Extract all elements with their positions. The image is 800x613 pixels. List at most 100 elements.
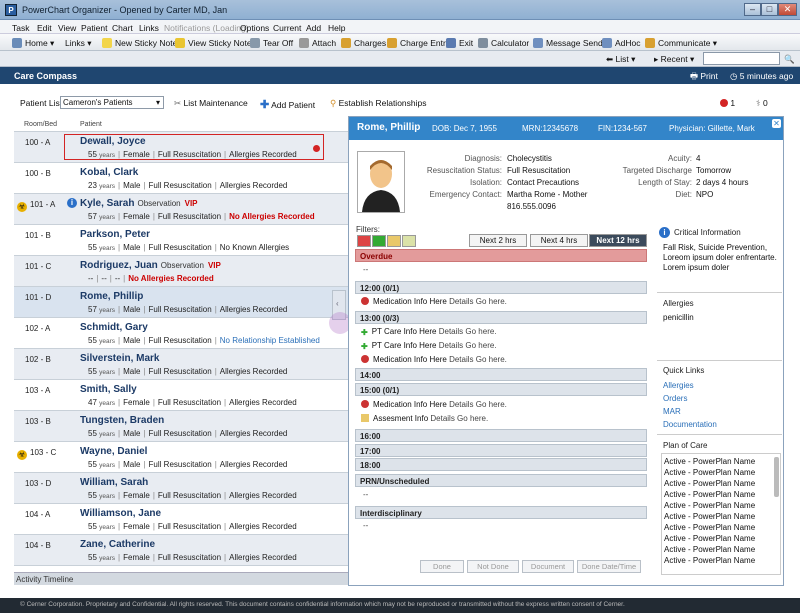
next-12-hrs-button[interactable]: Next 12 hrs	[589, 234, 647, 247]
patient-name[interactable]: Kobal, Clark	[80, 167, 138, 178]
schedule-item[interactable]: Medication Info Here Details Go here.	[361, 297, 507, 306]
patient-name[interactable]: Rodriguez, Juan Observation VIP	[80, 260, 221, 271]
prn-header[interactable]: PRN/Unscheduled	[355, 474, 647, 487]
room-column-header[interactable]: Room/Bed	[24, 121, 57, 128]
home-button[interactable]: Home ▾	[12, 38, 54, 49]
charges-button[interactable]: Charges	[341, 38, 386, 48]
time-1500-header[interactable]: 15:00 (0/1)	[355, 383, 647, 396]
menu-notifications[interactable]: Notifications (Loading)	[164, 23, 249, 33]
time-1400-header[interactable]: 14:00	[355, 368, 647, 381]
table-row[interactable]: ☣ 103 - C Wayne, Daniel 55 years | Male | Fu…	[14, 442, 348, 473]
table-row[interactable]: 102 - A Schmidt, Gary 55 years | Male | Full…	[14, 318, 348, 349]
print-button[interactable]: 🖶 Print	[690, 71, 718, 85]
calculator-button[interactable]: Calculator	[478, 38, 529, 48]
tear-off-button[interactable]: Tear Off	[250, 38, 293, 48]
task-count[interactable]: ⚕ 0	[756, 98, 768, 109]
menu-chart[interactable]: Chart	[112, 23, 133, 33]
list-item[interactable]: Active - PowerPlan Name	[664, 545, 755, 554]
links-button[interactable]: Links ▾	[65, 38, 91, 49]
table-row[interactable]: 100 - A Dewall, Joyce 55 years | Female | Fu…	[14, 132, 348, 163]
patient-column-header[interactable]: Patient	[80, 121, 102, 128]
list-item[interactable]: Active - PowerPlan Name	[664, 512, 755, 521]
charge-entry-button[interactable]: Charge Entry	[387, 38, 450, 48]
table-row[interactable]: 104 - A Williamson, Jane 55 years | Female…	[14, 504, 348, 535]
maximize-button[interactable]: □	[761, 3, 778, 16]
patient-name[interactable]: Dewall, Joyce	[80, 136, 146, 147]
overdue-header[interactable]: Overdue	[355, 249, 647, 262]
not-done-button[interactable]: Not Done	[467, 560, 519, 573]
note-filter-icon[interactable]	[402, 235, 416, 247]
attach-button[interactable]: Attach	[299, 38, 336, 48]
time-1300-header[interactable]: 13:00 (0/3)	[355, 311, 647, 324]
medication-filter-icon[interactable]	[357, 235, 371, 247]
done-button[interactable]: Done	[420, 560, 464, 573]
info-icon[interactable]: i	[67, 198, 77, 208]
time-1700-header[interactable]: 17:00	[355, 444, 647, 457]
message-sender-button[interactable]: Message Sender	[533, 38, 610, 48]
no-relationship-link[interactable]: No Relationship Established	[220, 336, 320, 345]
patient-name[interactable]: Zane, Catherine	[80, 539, 155, 550]
table-row[interactable]: 101 - B Parkson, Peter 55 years | Male | Ful…	[14, 225, 348, 256]
communicate-button[interactable]: Communicate ▾	[645, 38, 717, 49]
new-sticky-note-button[interactable]: New Sticky Note	[102, 38, 177, 48]
table-row[interactable]: 101 - C Rodriguez, Juan Observation VIP --…	[14, 256, 348, 287]
list-item[interactable]: Active - PowerPlan Name	[664, 468, 755, 477]
list-item[interactable]: Active - PowerPlan Name	[664, 556, 755, 565]
schedule-item[interactable]: Assesment Info Details Go here.	[361, 414, 488, 423]
patient-name[interactable]: Williamson, Jane	[80, 508, 161, 519]
table-row[interactable]: 102 - B Silverstein, Mark 55 years | Male |…	[14, 349, 348, 380]
list-item[interactable]: Active - PowerPlan Name	[664, 490, 755, 499]
table-row[interactable]: 103 - B Tungsten, Braden 55 years | Male | F…	[14, 411, 348, 442]
time-1600-header[interactable]: 16:00	[355, 429, 647, 442]
table-row[interactable]: ☣ 101 - A i Kyle, Sarah Observation VIP 57…	[14, 194, 348, 225]
time-1800-header[interactable]: 18:00	[355, 458, 647, 471]
list-item[interactable]: Active - PowerPlan Name	[664, 501, 755, 510]
menu-task[interactable]: Task	[12, 23, 29, 33]
close-window-button[interactable]: ✕	[778, 3, 797, 16]
scrollbar[interactable]	[774, 457, 779, 497]
next-2-hrs-button[interactable]: Next 2 hrs	[469, 234, 527, 247]
table-row[interactable]: 103 - A Smith, Sally 47 years | Female | Ful…	[14, 380, 348, 411]
menu-options[interactable]: Options	[240, 23, 269, 33]
adhoc-button[interactable]: AdHoc	[602, 38, 641, 48]
menu-patient[interactable]: Patient	[81, 23, 107, 33]
exit-button[interactable]: Exit	[446, 38, 473, 48]
list-maintenance-button[interactable]: ✂ List Maintenance	[174, 98, 248, 109]
search-icon[interactable]: 🔍	[784, 54, 795, 65]
schedule-item[interactable]: Medication Info Here Details Go here.	[361, 400, 507, 409]
menu-current[interactable]: Current	[273, 23, 301, 33]
done-date-time-button[interactable]: Done Date/Time	[577, 560, 641, 573]
view-sticky-notes-button[interactable]: View Sticky Notes	[175, 38, 256, 48]
next-4-hrs-button[interactable]: Next 4 hrs	[530, 234, 588, 247]
close-icon[interactable]: ✕	[772, 119, 781, 128]
link-documentation[interactable]: Documentation	[663, 420, 717, 429]
patient-name[interactable]: Parkson, Peter	[80, 229, 150, 240]
link-allergies[interactable]: Allergies	[663, 381, 694, 390]
document-button[interactable]: Document	[522, 560, 574, 573]
list-item[interactable]: Active - PowerPlan Name	[664, 534, 755, 543]
alert-count[interactable]: 1	[720, 98, 735, 108]
schedule-item[interactable]: Medication Info Here Details Go here.	[361, 355, 507, 364]
refresh-status[interactable]: ◷ 5 minutes ago	[730, 71, 793, 82]
menu-edit[interactable]: Edit	[37, 23, 52, 33]
time-1200-header[interactable]: 12:00 (0/1)	[355, 281, 647, 294]
table-row[interactable]: 103 - D William, Sarah 55 years | Female | F…	[14, 473, 348, 504]
link-orders[interactable]: Orders	[663, 394, 687, 403]
list-item[interactable]: Active - PowerPlan Name	[664, 457, 755, 466]
list-item[interactable]: Active - PowerPlan Name	[664, 523, 755, 532]
menu-help[interactable]: Help	[328, 23, 345, 33]
patient-name[interactable]: Wayne, Daniel	[80, 446, 147, 457]
list-button[interactable]: ⬅ List ▾	[606, 54, 635, 65]
link-mar[interactable]: MAR	[663, 407, 681, 416]
table-row[interactable]: 100 - B Kobal, Clark 23 years | Male | Full …	[14, 163, 348, 194]
add-patient-button[interactable]: ✚ Add Patient	[260, 98, 315, 111]
patient-list-select[interactable]: Cameron's Patients ▾	[60, 96, 164, 109]
menu-links[interactable]: Links	[139, 23, 159, 33]
recent-button[interactable]: ▸ Recent ▾	[654, 54, 694, 65]
patient-name[interactable]: Smith, Sally	[80, 384, 137, 395]
patient-name[interactable]: Kyle, Sarah Observation VIP	[80, 198, 198, 209]
schedule-item[interactable]: ✚ PT Care Info Here Details Go here.	[361, 327, 497, 337]
patient-name[interactable]: Silverstein, Mark	[80, 353, 159, 364]
assessment-filter-icon[interactable]	[387, 235, 401, 247]
list-item[interactable]: Active - PowerPlan Name	[664, 479, 755, 488]
